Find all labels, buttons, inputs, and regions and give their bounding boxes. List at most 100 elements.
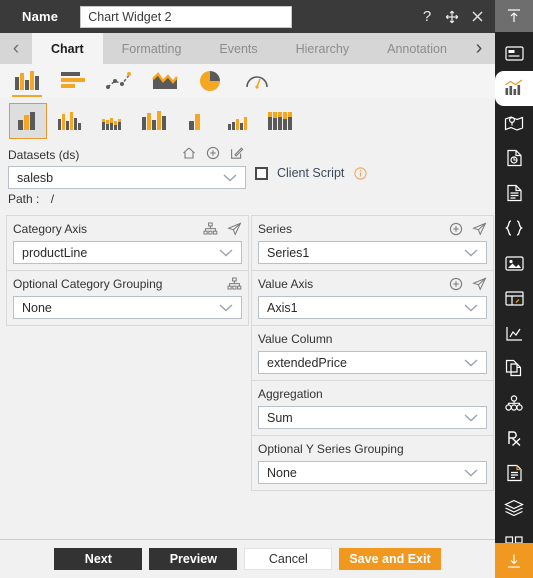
tab-chart[interactable]: Chart xyxy=(32,33,103,64)
move-icon[interactable] xyxy=(444,9,460,25)
navigate-icon[interactable] xyxy=(472,222,487,236)
category-axis-label: Category Axis xyxy=(13,222,88,236)
chevron-down-icon xyxy=(464,358,478,367)
optional-category-grouping-header: Optional Category Grouping xyxy=(13,275,242,293)
datasets-tools xyxy=(182,146,244,160)
area-chart-icon[interactable] xyxy=(146,66,184,96)
chevron-down-icon xyxy=(219,303,233,312)
next-button[interactable]: Next xyxy=(54,548,143,570)
image-icon[interactable] xyxy=(495,246,533,281)
datasets-value: salesb xyxy=(17,170,54,185)
tab-hierarchy[interactable]: Hierarchy xyxy=(277,33,369,64)
value-column-header: Value Column xyxy=(258,330,487,348)
chevron-down-icon xyxy=(223,173,237,182)
value-axis-select[interactable]: Axis1 xyxy=(258,296,487,319)
series-select[interactable]: Series1 xyxy=(258,241,487,264)
aggregation-value: Sum xyxy=(267,410,293,425)
gauge-chart-icon[interactable] xyxy=(238,66,276,96)
field-group-optional-category-grouping: Optional Category Grouping None xyxy=(6,271,249,326)
bar-chart-icon[interactable] xyxy=(54,66,92,96)
category-axis-tools xyxy=(203,222,242,236)
stacked-small-column-icon[interactable] xyxy=(93,103,131,139)
optional-category-grouping-select[interactable]: None xyxy=(13,296,242,319)
value-axis-header: Value Axis xyxy=(258,275,487,293)
prescription-icon[interactable] xyxy=(495,421,533,456)
chevron-down-icon xyxy=(219,248,233,257)
aggregation-select[interactable]: Sum xyxy=(258,406,487,429)
collapse-up-icon[interactable] xyxy=(495,0,533,32)
series-header: Series xyxy=(258,220,487,238)
chart-family-row xyxy=(0,64,495,98)
category-axis-select[interactable]: productLine xyxy=(13,241,242,264)
field-group-value-axis: Value Axis Axis1 xyxy=(251,271,494,326)
tab-formatting[interactable]: Formatting xyxy=(103,33,201,64)
chart-icon[interactable] xyxy=(495,70,533,106)
preview-button[interactable]: Preview xyxy=(149,548,238,570)
multi-column-icon[interactable] xyxy=(135,103,173,139)
grid-widget-icon[interactable] xyxy=(495,281,533,316)
add-icon[interactable] xyxy=(206,146,220,160)
home-icon[interactable] xyxy=(182,146,196,160)
hierarchy-icon[interactable] xyxy=(203,222,218,236)
add-icon[interactable] xyxy=(449,277,463,291)
datasets-header: Datasets (ds) xyxy=(8,146,246,163)
hierarchy-icon[interactable] xyxy=(227,277,242,291)
stacked-column-icon[interactable] xyxy=(261,103,299,139)
series-tools xyxy=(449,222,487,236)
value-column-value: extendedPrice xyxy=(267,355,347,370)
copy-pages-icon[interactable] xyxy=(495,351,533,386)
help-icon[interactable]: ? xyxy=(419,9,435,25)
cancel-button[interactable]: Cancel xyxy=(244,548,333,570)
value-axis-label: Value Axis xyxy=(258,277,314,291)
datasets-select[interactable]: salesb xyxy=(8,166,246,189)
optional-y-series-grouping-value: None xyxy=(267,465,297,480)
report-icon[interactable] xyxy=(495,141,533,176)
two-column-icon[interactable] xyxy=(177,103,215,139)
scatter-line-chart-icon[interactable] xyxy=(100,66,138,96)
mini-column-icon[interactable] xyxy=(219,103,257,139)
tabs-scroll-left-icon[interactable]: ‹ xyxy=(0,33,32,64)
navigate-icon[interactable] xyxy=(227,222,242,236)
map-icon[interactable] xyxy=(495,106,533,141)
chevron-down-icon xyxy=(464,303,478,312)
optional-y-series-grouping-select[interactable]: None xyxy=(258,461,487,484)
tab-events[interactable]: Events xyxy=(200,33,276,64)
optional-category-grouping-tools xyxy=(227,277,242,291)
code-braces-icon[interactable] xyxy=(495,211,533,246)
download-icon[interactable] xyxy=(495,543,533,578)
layers-icon[interactable] xyxy=(495,491,533,526)
pie-chart-icon[interactable] xyxy=(192,66,230,96)
field-group-series: Series Series1 xyxy=(251,215,494,271)
save-and-exit-button[interactable]: Save and Exit xyxy=(339,548,441,570)
info-icon[interactable] xyxy=(354,166,367,180)
clustered-column-icon[interactable] xyxy=(9,103,47,139)
path-label: Path : xyxy=(8,192,40,206)
column-chart-icon[interactable] xyxy=(8,66,46,97)
chevron-down-icon xyxy=(464,413,478,422)
client-script-checkbox[interactable] xyxy=(255,166,268,180)
document-icon[interactable] xyxy=(495,176,533,211)
optional-y-series-grouping-label: Optional Y Series Grouping xyxy=(258,442,404,456)
widget-panel-icon[interactable] xyxy=(495,36,533,71)
client-script-label: Client Script xyxy=(277,166,345,180)
value-column-label: Value Column xyxy=(258,332,333,346)
add-icon[interactable] xyxy=(449,222,463,236)
right-tool-rail xyxy=(495,0,533,578)
chevron-down-icon xyxy=(464,248,478,257)
note-icon[interactable] xyxy=(495,456,533,491)
aggregation-label: Aggregation xyxy=(258,387,323,401)
tab-annotation[interactable]: Annotation xyxy=(368,33,466,64)
value-column-select[interactable]: extendedPrice xyxy=(258,351,487,374)
widget-name-input[interactable]: Chart Widget 2 xyxy=(80,5,293,28)
edit-icon[interactable] xyxy=(230,146,244,160)
tiles-icon[interactable] xyxy=(495,526,533,544)
name-label: Name xyxy=(22,9,59,24)
navigate-icon[interactable] xyxy=(472,277,487,291)
grouped-column-icon[interactable] xyxy=(51,103,89,139)
hierarchy-nodes-icon[interactable] xyxy=(495,386,533,421)
tabs-scroll-right-icon[interactable]: › xyxy=(463,33,495,64)
close-icon[interactable] xyxy=(469,9,485,25)
series-label: Series xyxy=(258,222,293,236)
chart-variant-row xyxy=(0,98,495,144)
sparkline-icon[interactable] xyxy=(495,316,533,351)
